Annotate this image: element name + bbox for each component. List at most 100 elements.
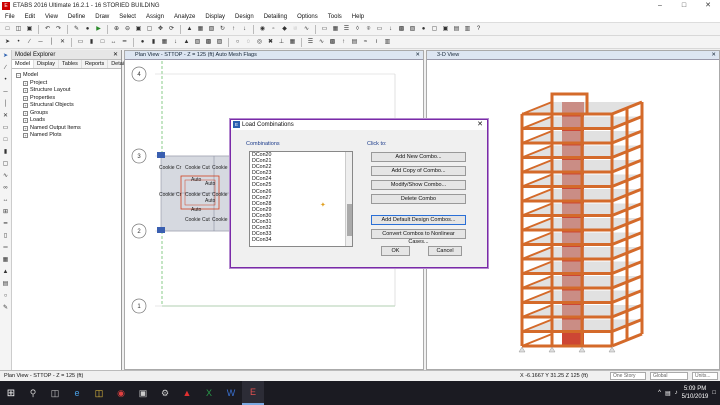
draw-grid-icon[interactable]: ▦ [1, 256, 10, 265]
assign-restraint-icon[interactable]: ▲ [182, 38, 191, 47]
scrollbar-thumb[interactable] [347, 204, 352, 236]
draw-null-icon[interactable]: ○ [1, 292, 10, 301]
tab-reports[interactable]: Reports [82, 60, 109, 68]
list-scrollbar[interactable] [345, 152, 352, 246]
zoom-all-icon[interactable]: ▢ [145, 25, 154, 34]
draw-floor-icon[interactable]: ▭ [76, 38, 85, 47]
expand-icon[interactable]: + [23, 95, 28, 101]
menu-draw[interactable]: Draw [90, 14, 114, 20]
story-selector[interactable]: One Story [610, 372, 646, 380]
edge-browser-icon[interactable]: e [66, 381, 88, 405]
draw-joint-icon[interactable]: • [14, 38, 23, 47]
draw-stair-icon[interactable]: ▤ [1, 280, 10, 289]
load-case-icon[interactable]: ▩ [397, 25, 406, 34]
task-view-icon[interactable]: ◫ [44, 381, 66, 405]
pointer-icon[interactable]: ➤ [3, 38, 12, 47]
column-marker[interactable] [157, 227, 165, 233]
draw-developed-elevation-icon[interactable]: ▲ [1, 268, 10, 277]
save-icon[interactable]: ▣ [25, 25, 34, 34]
design-concrete-icon[interactable]: ▣ [441, 25, 450, 34]
draw-slab-icon[interactable]: ▯ [1, 232, 10, 241]
expand-icon[interactable]: + [23, 103, 28, 109]
assign-frame-icon[interactable]: ▮ [149, 38, 158, 47]
plan-view-icon[interactable]: ▦ [196, 25, 205, 34]
list-item[interactable]: DCon34 [250, 237, 352, 243]
tab-tables[interactable]: Tables [59, 60, 82, 68]
assign-spandrel-icon[interactable]: ▨ [215, 38, 224, 47]
object-shrink-icon[interactable]: ▫ [269, 25, 278, 34]
show-deformed-icon[interactable]: ∿ [302, 25, 311, 34]
pencil-icon[interactable]: ✎ [72, 25, 81, 34]
show-undeformed-icon[interactable]: ◽ [291, 25, 300, 34]
plan-view-tab[interactable]: Plan View - STTOP - Z = 125 (ft) Auto Me… [125, 51, 423, 60]
snap-points-icon[interactable]: ○ [233, 38, 242, 47]
assign-pier-icon[interactable]: ▩ [204, 38, 213, 47]
open-icon[interactable]: ◫ [14, 25, 23, 34]
expand-icon[interactable]: + [23, 125, 28, 131]
assign-shell-icon[interactable]: ▦ [160, 38, 169, 47]
menu-display[interactable]: Display [200, 14, 230, 20]
pan-icon[interactable]: ✥ [156, 25, 165, 34]
3d-view-icon[interactable]: ▲ [185, 25, 194, 34]
coordinate-system-selector[interactable]: Global [650, 372, 688, 380]
draw-beam-icon[interactable]: ─ [36, 38, 45, 47]
snap-middle-icon[interactable]: ◎ [255, 38, 264, 47]
tree-node-named-output-items[interactable]: + Named Output Items [23, 125, 121, 133]
close-icon[interactable]: ✕ [711, 51, 716, 60]
draw-opening-icon[interactable]: ▢ [1, 160, 10, 169]
snap-ends-icon[interactable]: ◌ [244, 38, 253, 47]
combinations-list[interactable]: DCon20 DCon21 DCon22 DCon23 DCon24 DCon2… [249, 151, 353, 247]
tree-node-structure-layout[interactable]: + Structure Layout [23, 87, 121, 95]
menu-tools[interactable]: Tools [323, 14, 347, 20]
undo-icon[interactable]: ↶ [43, 25, 52, 34]
show-story-response-icon[interactable]: ▤ [350, 38, 359, 47]
shell-section-icon[interactable]: ▭ [375, 25, 384, 34]
excel-icon[interactable]: X [198, 381, 220, 405]
add-default-design-combos-button[interactable]: Add Default Design Combos... [371, 215, 466, 225]
redo-icon[interactable]: ↷ [54, 25, 63, 34]
load-pattern-icon[interactable]: ↓ [386, 25, 395, 34]
menu-define[interactable]: Define [63, 14, 90, 20]
column-marker[interactable] [157, 152, 165, 158]
help-icon[interactable]: ? [474, 25, 483, 34]
run-analysis-icon[interactable]: ▶ [94, 25, 103, 34]
cancel-button[interactable]: Cancel [428, 246, 462, 256]
draw-beam-icon[interactable]: ═ [1, 244, 10, 253]
menu-select[interactable]: Select [114, 14, 141, 20]
menu-file[interactable]: File [0, 14, 20, 20]
draw-brace-icon[interactable]: ✕ [1, 112, 10, 121]
draw-line-icon[interactable]: ─ [1, 88, 10, 97]
store-icon[interactable]: ▣ [132, 381, 154, 405]
mass-source-icon[interactable]: ● [419, 25, 428, 34]
file-explorer-icon[interactable]: ◫ [88, 381, 110, 405]
draw-area-icon[interactable]: ▭ [1, 124, 10, 133]
menu-detailing[interactable]: Detailing [259, 14, 292, 20]
draw-tool-icon[interactable]: ✎ [1, 304, 10, 313]
minimize-icon[interactable]: – [648, 0, 672, 12]
expand-icon[interactable]: + [23, 80, 28, 86]
draw-dimension-icon[interactable]: ↔ [109, 38, 118, 47]
convert-combos-button[interactable]: Convert Combos to Nonlinear Cases... [371, 229, 466, 245]
system-clock[interactable]: 5:09 PM 5/10/2019 [682, 385, 709, 401]
settings-gear-icon[interactable]: ⚙ [154, 381, 176, 405]
frame-section-icon[interactable]: ⌾ [364, 25, 373, 34]
tab-display[interactable]: Display [34, 60, 60, 68]
zoom-in-icon[interactable]: ⊕ [112, 25, 121, 34]
volume-icon[interactable]: ♪ [675, 390, 678, 396]
assign-diaphragm-icon[interactable]: ▧ [193, 38, 202, 47]
expand-icon[interactable]: + [23, 133, 28, 139]
tree-node-named-plots[interactable]: + Named Plots [23, 132, 121, 140]
menu-design[interactable]: Design [230, 14, 259, 20]
menu-edit[interactable]: Edit [20, 14, 40, 20]
display-options-icon[interactable]: ◉ [258, 25, 267, 34]
draw-tendon-icon[interactable]: ∿ [1, 172, 10, 181]
draw-dimension-icon[interactable]: ↔ [1, 196, 10, 205]
lock-icon[interactable]: ● [83, 25, 92, 34]
show-forces-icon[interactable]: ∿ [317, 38, 326, 47]
chevron-up-icon[interactable]: ^ [658, 390, 661, 396]
delete-combo-button[interactable]: Delete Combo [371, 194, 466, 204]
3d-view-tab[interactable]: 3-D View ✕ [427, 51, 719, 60]
chrome-icon[interactable]: ◉ [110, 381, 132, 405]
tree-node-loads[interactable]: + Loads [23, 117, 121, 125]
snap-intersection-icon[interactable]: ✖ [266, 38, 275, 47]
